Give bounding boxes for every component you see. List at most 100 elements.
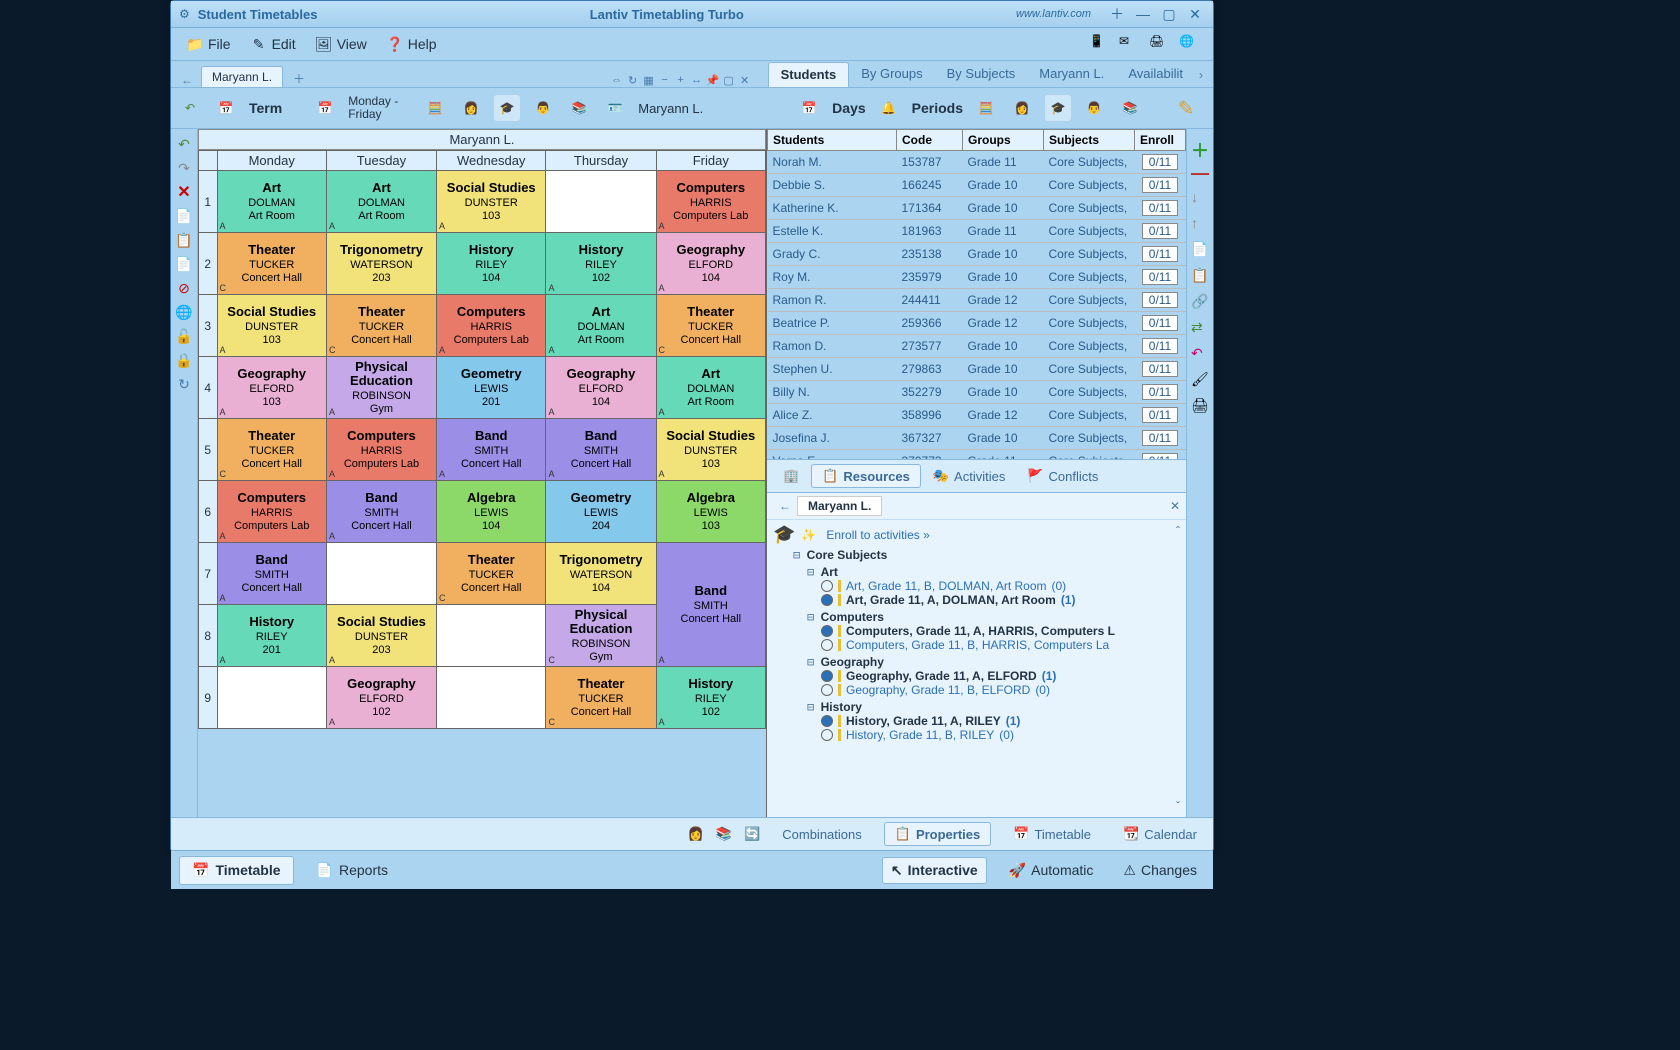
btab-conflicts[interactable]: 🚩 Conflicts [1017,464,1108,488]
table-row[interactable]: Beatrice P.259366Grade 12Core Subjects,0… [768,312,1186,335]
timetable-cell[interactable]: Social StudiesDUNSTER203A [326,605,436,667]
printer-icon[interactable]: 🖨 [1149,34,1169,54]
tree-option[interactable]: Geography, Grade 11, B, ELFORD (0) [821,683,1180,697]
timetable-cell[interactable]: BandSMITHConcert HallA [546,419,656,481]
mini-zoomout-icon[interactable]: − [658,73,672,87]
cell-enroll[interactable]: 0/11 [1135,404,1186,427]
col-name[interactable]: Students [768,130,897,151]
side-lock-open-icon[interactable]: 🔓 [175,327,193,345]
cell-enroll[interactable]: 0/11 [1135,335,1186,358]
radio-icon[interactable] [821,625,833,637]
timetable-cell[interactable]: AlgebraLEWIS103 [656,481,765,543]
side-refresh-icon[interactable]: ↻ [175,375,193,393]
timetable-cell[interactable]: HistoryRILEY102A [546,233,656,295]
timetable-cell[interactable]: TheaterTUCKERConcert HallC [437,543,546,605]
mini-refresh-icon[interactable]: ↻ [626,73,640,87]
timetable-cell[interactable]: GeographyELFORD104A [656,233,765,295]
cell-enroll[interactable]: 0/11 [1135,151,1186,174]
student-icon-r[interactable]: 🎓 [1045,95,1071,121]
side-doc-icon[interactable]: 📄 [175,255,193,273]
side-delete-icon[interactable]: ✕ [175,183,193,201]
toggle-icon[interactable]: ⊟ [793,548,800,562]
btab-icon1[interactable]: 🏢 [773,464,809,488]
timetable-cell[interactable]: TheaterTUCKERConcert HallC [656,295,765,357]
copy-icon[interactable]: 📄 [1191,241,1209,259]
radio-icon[interactable] [821,684,833,696]
res-expand-icon[interactable]: ˇ [1176,799,1180,813]
timetable-cell[interactable] [437,605,546,667]
close-icon[interactable]: ✕ [1185,6,1205,22]
tree-option[interactable]: History, Grade 11, A, RILEY (1) [821,714,1180,728]
timetable-cell[interactable]: TheaterTUCKERConcert HallC [217,419,326,481]
phone-icon[interactable]: 📱 [1089,34,1109,54]
side-paste-icon[interactable]: 📋 [175,231,193,249]
move-down-icon[interactable]: ↓ [1191,189,1209,207]
col-code[interactable]: Code [897,130,963,151]
cell-enroll[interactable]: 0/11 [1135,427,1186,450]
col-groups[interactable]: Groups [963,130,1044,151]
toggle-icon[interactable]: ⊟ [807,610,814,624]
timetable-cell[interactable]: GeometryLEWIS201 [437,357,546,419]
tree-option[interactable]: Computers, Grade 11, B, HARRIS, Computer… [821,638,1180,652]
move-up-icon[interactable]: ↑ [1191,215,1209,233]
table-row[interactable]: Verna E.379773Grade 11Core Subjects,0/11 [768,450,1186,460]
mail-icon[interactable]: ✉ [1119,34,1139,54]
tree-root[interactable]: ⊟ Core Subjects [793,548,1180,562]
side-copy-icon[interactable]: 📄 [175,207,193,225]
timetable-cell[interactable]: TrigonometryWATERSON104 [546,543,656,605]
tab-back-icon[interactable]: ← [177,73,197,87]
students-scroll[interactable]: Students Code Groups Subjects Enroll Nor… [767,129,1186,459]
mtab-calendar[interactable]: 📆 Calendar [1113,823,1207,845]
calendar-icon[interactable]: 📅 [213,95,239,121]
tree-option[interactable]: Computers, Grade 11, A, HARRIS, Computer… [821,624,1180,638]
cell-enroll[interactable]: 0/11 [1135,220,1186,243]
student-icon[interactable]: 🎓 [494,95,520,121]
url-link[interactable]: www.lantiv.com [1016,8,1091,20]
tab-availability[interactable]: Availabilit [1116,62,1195,87]
btab-resources[interactable]: 📋 Resources [811,464,921,488]
remove-icon[interactable]: — [1191,163,1209,181]
timetable-cell[interactable] [437,667,546,729]
table-row[interactable]: Billy N.352279Grade 10Core Subjects,0/11 [768,381,1186,404]
cell-enroll[interactable]: 0/11 [1135,358,1186,381]
mode-interactive[interactable]: ↖ Interactive [882,857,987,884]
minimize-icon[interactable]: — [1133,6,1153,22]
file-tab[interactable]: Maryann L. [201,66,283,87]
enroll-link[interactable]: Enroll to activities » [826,528,929,542]
tree-option[interactable]: Art, Grade 11, A, DOLMAN, Art Room (1) [821,593,1180,607]
timetable-cell[interactable]: TheaterTUCKERConcert HallC [326,295,436,357]
timetable-cell[interactable]: BandSMITHConcert HallA [217,543,326,605]
timetable-cell[interactable]: Social StudiesDUNSTER103A [656,419,765,481]
side-forbidden-icon[interactable]: ⊘ [175,279,193,297]
teacher-m-icon[interactable]: 👨 [530,95,556,121]
mini-grid-icon[interactable]: ▦ [642,73,656,87]
table-row[interactable]: Stephen U.279863Grade 10Core Subjects,0/… [768,358,1186,381]
timetable-cell[interactable]: ComputersHARRISComputers LabA [326,419,436,481]
paste-icon[interactable]: 📋 [1191,267,1209,285]
timetable-cell[interactable] [217,667,326,729]
edit-menu[interactable]: ✎ Edit [241,32,306,56]
cell-enroll[interactable]: 0/11 [1135,450,1186,460]
radio-icon[interactable] [821,639,833,651]
cell-enroll[interactable]: 0/11 [1135,289,1186,312]
btab-activities[interactable]: 🎭 Activities [923,464,1015,488]
tab-forward-icon[interactable]: › [1195,68,1207,82]
timetable-cell[interactable] [326,543,436,605]
table-row[interactable]: Estelle K.181963Grade 11Core Subjects,0/… [768,220,1186,243]
timetable-cell[interactable]: HistoryRILEY104 [437,233,546,295]
teacher-f-icon[interactable]: 👩 [458,95,484,121]
mini-h-icon[interactable]: ⇔ [610,73,624,87]
mini-pin-icon[interactable]: 📌 [706,73,720,87]
tree-subject[interactable]: ⊟ History [807,700,1180,714]
timetable-cell[interactable]: AlgebraLEWIS104 [437,481,546,543]
timetable-cell[interactable]: ComputersHARRISComputers LabA [656,171,765,233]
table-row[interactable]: Ramon R.244411Grade 12Core Subjects,0/11 [768,289,1186,312]
timetable-cell[interactable]: TrigonometryWATERSON203 [326,233,436,295]
table-row[interactable]: Alice Z.358996Grade 12Core Subjects,0/11 [768,404,1186,427]
mtab-timetable[interactable]: 📅 Timetable [1003,823,1101,845]
timetable-cell[interactable]: ArtDOLMANArt RoomA [217,171,326,233]
timetable-cell[interactable]: GeographyELFORD102A [326,667,436,729]
swap-icon[interactable]: ⇄ [1191,319,1209,337]
tree-subject[interactable]: ⊟ Art [807,565,1180,579]
maximize-icon[interactable]: ▢ [1159,6,1179,22]
